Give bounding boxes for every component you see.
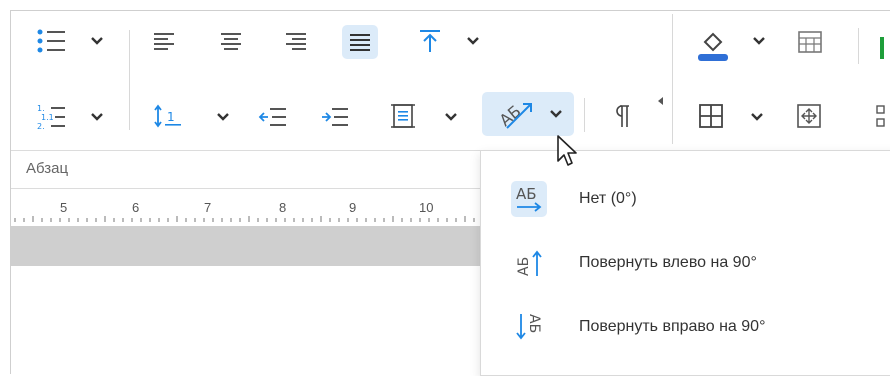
menu-item-rotate-left[interactable]: АБ Повернуть влево на 90°: [481, 235, 890, 291]
menu-item-no-rotation[interactable]: АБ Нет (0°): [481, 171, 890, 227]
show-formatting-marks-button[interactable]: [606, 100, 636, 132]
ruler-number: 9: [349, 200, 357, 215]
paragraph-borders-dropdown[interactable]: [442, 109, 460, 125]
ruler-ticks: [14, 216, 475, 222]
align-left-button[interactable]: [150, 28, 178, 54]
ruler-number: 6: [132, 200, 140, 215]
table-grid-icon: [798, 31, 822, 53]
paint-bucket-icon: [698, 32, 728, 61]
ruler-number: 10: [419, 200, 434, 215]
align-left-icon: [154, 33, 174, 50]
line-spacing-button[interactable]: 1: [150, 100, 190, 132]
numbered-list-dropdown[interactable]: [88, 109, 106, 125]
chevron-down-icon: [217, 113, 229, 121]
numbered-list-icon: 1. 1.1 2.: [37, 104, 65, 131]
svg-text:АБ: АБ: [516, 257, 532, 276]
table-borders-dropdown[interactable]: [748, 109, 766, 125]
dialog-launcher[interactable]: [656, 94, 666, 108]
chevron-down-icon: [445, 113, 457, 121]
move-table-button[interactable]: [793, 100, 825, 132]
table-borders-button[interactable]: [695, 100, 727, 132]
align-top-icon: [420, 30, 440, 52]
fill-color-dropdown[interactable]: [750, 33, 768, 49]
ruler: 5 6 7 8 9 10: [11, 190, 481, 226]
menu-item-label: Повернуть влево на 90°: [579, 254, 757, 271]
document-margin-band: [11, 226, 481, 266]
align-center-icon: [221, 33, 241, 50]
rotate-left-icon: АБ: [511, 245, 547, 281]
ruler-divider: [11, 188, 481, 189]
partial-tool-button[interactable]: [874, 102, 890, 132]
svg-text:АБ: АБ: [516, 185, 537, 203]
ruler-number: 7: [204, 200, 212, 215]
separator: [129, 30, 130, 130]
chevron-down-icon: [550, 110, 562, 118]
chevron-down-icon: [91, 37, 103, 45]
fill-color-button[interactable]: [693, 24, 733, 64]
svg-text:2.: 2.: [37, 122, 45, 131]
separator: [858, 28, 859, 64]
move-icon: [797, 104, 821, 128]
line-spacing-icon: 1: [154, 104, 181, 128]
decrease-indent-button[interactable]: [256, 102, 290, 132]
align-right-button[interactable]: [282, 28, 310, 54]
line-spacing-dropdown[interactable]: [214, 109, 232, 125]
justify-icon: [350, 34, 370, 51]
numbered-list-button[interactable]: 1. 1.1 2.: [34, 100, 70, 134]
align-right-icon: [286, 33, 306, 50]
separator: [672, 14, 673, 144]
no-rotation-icon: АБ: [511, 181, 547, 217]
align-center-button[interactable]: [217, 28, 245, 54]
ruler-number: 5: [60, 200, 68, 215]
bulleted-list-icon: [37, 29, 65, 53]
paragraph-border-icon: [391, 104, 415, 128]
bulleted-list-button[interactable]: [34, 26, 70, 56]
mouse-cursor-icon: [557, 135, 577, 166]
menu-item-label: Повернуть вправо на 90°: [579, 318, 766, 335]
rotate-right-icon: АБ: [511, 309, 547, 345]
green-tool-button[interactable]: [875, 32, 890, 62]
text-direction-menu: АБ Нет (0°) АБ Повернуть влево на 90° АБ…: [480, 150, 890, 376]
decrease-indent-icon: [258, 108, 286, 126]
chevron-down-icon: [467, 37, 479, 45]
table-style-button[interactable]: [795, 27, 825, 57]
vertical-align-dropdown[interactable]: [464, 33, 482, 49]
chevron-down-icon: [751, 113, 763, 121]
svg-text:1.: 1.: [37, 104, 45, 113]
chevron-down-icon: [753, 37, 765, 45]
increase-indent-icon: [322, 108, 348, 126]
text-direction-icon: АБ: [496, 101, 532, 130]
increase-indent-button[interactable]: [318, 102, 352, 132]
triangle-left-icon: [658, 97, 663, 105]
separator: [584, 98, 585, 132]
green-tool-icon: [879, 37, 884, 59]
table-borders-icon: [699, 104, 723, 128]
vertical-align-top-button[interactable]: [413, 26, 447, 56]
pilcrow-icon: [616, 105, 629, 127]
group-label: Абзац: [26, 160, 69, 177]
ribbon-toolbar: [11, 11, 890, 151]
svg-text:1: 1: [167, 110, 175, 124]
paragraph-borders-button[interactable]: [386, 100, 420, 132]
text-direction-button[interactable]: АБ: [482, 92, 574, 136]
menu-item-rotate-right[interactable]: АБ Повернуть вправо на 90°: [481, 299, 890, 355]
ruler-number: 8: [279, 200, 287, 215]
svg-text:1.1: 1.1: [41, 113, 54, 122]
svg-text:АБ: АБ: [526, 314, 542, 333]
bulleted-list-dropdown[interactable]: [88, 33, 106, 49]
grid-icon: [876, 105, 885, 127]
menu-item-label: Нет (0°): [579, 190, 637, 207]
chevron-down-icon: [91, 113, 103, 121]
justify-button[interactable]: [342, 25, 378, 59]
